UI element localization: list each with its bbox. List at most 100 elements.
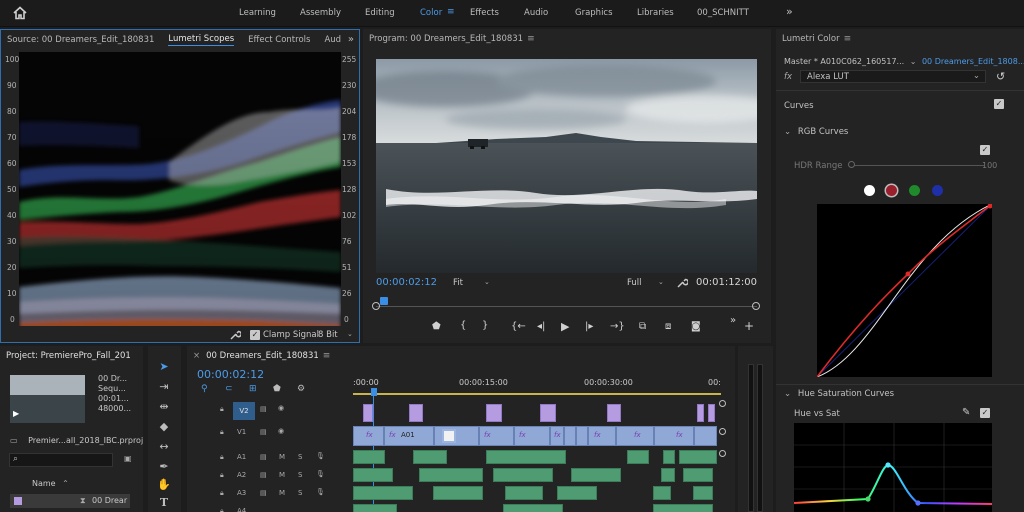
green-channel-dot[interactable]	[909, 185, 920, 196]
hue-saturation-curves-section[interactable]: ⌄ Hue Saturation Curves	[784, 389, 1016, 399]
clamp-signal-checkbox[interactable]: ✓	[250, 330, 260, 340]
project-list-item[interactable]: ⧗ 00 Drear	[10, 494, 130, 508]
blue-channel-dot[interactable]	[932, 185, 943, 196]
audio-clip[interactable]	[353, 450, 385, 464]
reset-icon[interactable]: ↺	[996, 70, 1005, 83]
sync-lock-icon[interactable]: ▤	[260, 405, 267, 413]
tab-lumetri-scopes[interactable]: Lumetri Scopes	[168, 34, 235, 46]
hdr-slider-handle[interactable]	[848, 161, 855, 168]
timeline-timecode[interactable]: 00:00:02:12	[197, 368, 264, 381]
project-thumbnail[interactable]: ▶	[10, 375, 85, 423]
workspace-editing[interactable]: Editing	[365, 8, 395, 18]
program-timecode[interactable]: 00:00:02:12	[376, 277, 437, 288]
more-buttons-icon[interactable]: »	[730, 315, 736, 326]
timeline-clip[interactable]	[486, 404, 502, 422]
sync-lock-icon[interactable]: ▤	[260, 471, 267, 479]
rgb-curves-section[interactable]: ⌄ RGB Curves	[784, 127, 1016, 137]
ripple-edit-icon[interactable]: ⇹	[157, 400, 171, 414]
audio-clip[interactable]	[653, 504, 713, 512]
camera-icon[interactable]: ◙	[691, 321, 701, 332]
audio-clip[interactable]	[486, 450, 566, 464]
workspace-assembly[interactable]: Assembly	[300, 8, 341, 18]
button-editor-plus-icon[interactable]: +	[744, 319, 754, 333]
mute-button[interactable]: M	[279, 489, 285, 497]
microphone-icon[interactable]: 🎙︎	[316, 488, 325, 496]
snap-icon[interactable]: ⚲	[201, 384, 208, 394]
scrubber-end-handle[interactable]	[752, 302, 760, 310]
track-label-a3[interactable]: A3	[237, 489, 246, 497]
audio-clip[interactable]	[679, 450, 717, 464]
lock-icon[interactable]: 🔒︎	[220, 428, 224, 437]
audio-clip[interactable]	[663, 450, 675, 464]
scrubber-start-handle[interactable]	[372, 302, 380, 310]
step-forward-icon[interactable]: |▸	[585, 321, 593, 332]
hue-vs-sat-checkbox[interactable]: ✓	[980, 408, 990, 418]
slip-tool-icon[interactable]: ↔	[157, 440, 171, 454]
razor-tool-icon[interactable]: ◆	[157, 420, 171, 434]
sequence-title[interactable]: 00 Dreamers_Edit_180831	[206, 351, 319, 361]
chevron-down-icon[interactable]: ⌄	[658, 278, 664, 286]
track-label-v2[interactable]: V2	[233, 402, 255, 420]
lift-icon[interactable]: ⧉	[639, 321, 646, 332]
insert-mode-icon[interactable]: ⊞	[249, 384, 257, 394]
project-search-input[interactable]: ⌕	[9, 453, 113, 467]
new-bin-icon[interactable]: ▣	[124, 454, 132, 463]
timeline-clip[interactable]	[409, 404, 423, 422]
program-title[interactable]: Program: 00 Dreamers_Edit_180831	[369, 34, 523, 44]
timeline-clip[interactable]	[607, 404, 621, 422]
microphone-icon[interactable]: 🎙︎	[316, 470, 325, 478]
track-label-a4[interactable]: A4	[237, 507, 246, 512]
master-clip-selector[interactable]: Master * A010C062_160517... ⌄ 00 Dreamer…	[784, 57, 1024, 66]
timeline-clip[interactable]	[540, 404, 556, 422]
timeline-clip[interactable]	[363, 404, 373, 422]
curves-section[interactable]: Curves	[784, 101, 1016, 111]
timeline-settings-icon[interactable]: ⚙	[297, 384, 305, 394]
hdr-checkbox[interactable]: ✓	[980, 145, 990, 155]
solo-button[interactable]: S	[298, 489, 302, 497]
project-column-header[interactable]: Name ⌃	[10, 479, 69, 488]
red-channel-dot[interactable]	[886, 185, 897, 196]
extract-icon[interactable]: ⧈	[665, 321, 671, 332]
audio-clip[interactable]	[493, 468, 553, 482]
mark-out-icon[interactable]: }	[482, 320, 488, 331]
name-column-header[interactable]: Name	[32, 479, 56, 488]
work-area-bar[interactable]	[353, 393, 721, 395]
audio-clip[interactable]	[419, 468, 483, 482]
lock-icon[interactable]: 🔒︎	[220, 471, 224, 480]
effect-select[interactable]: Alexa LUT ⌄	[800, 70, 986, 83]
zoom-fit-select[interactable]: Fit	[453, 278, 463, 288]
lock-icon[interactable]: 🔒︎	[220, 405, 224, 414]
bit-depth-select[interactable]: 8 Bit	[318, 330, 338, 340]
program-scrubber[interactable]	[372, 297, 760, 311]
hue-vs-sat-graph[interactable]	[793, 423, 993, 512]
audio-clip[interactable]	[353, 504, 397, 512]
playhead[interactable]	[371, 388, 377, 396]
audio-clip[interactable]	[353, 468, 393, 482]
audio-clip[interactable]	[557, 486, 597, 500]
workspace-effects[interactable]: Effects	[470, 8, 499, 18]
track-select-icon[interactable]: ⇥	[157, 380, 171, 394]
playhead[interactable]	[380, 297, 388, 305]
time-ruler[interactable]: :00:00 00:00:15:00 00:00:30:00 00:	[353, 376, 721, 398]
home-icon[interactable]	[12, 5, 28, 21]
hdr-range-slider[interactable]	[854, 165, 984, 166]
play-icon[interactable]: ▶	[13, 409, 19, 418]
close-icon[interactable]: ×	[193, 351, 200, 361]
solo-button[interactable]: S	[298, 471, 302, 479]
microphone-icon[interactable]: 🎙︎	[316, 452, 325, 460]
add-marker-icon[interactable]: ⬟	[273, 384, 281, 394]
timeline-clip[interactable]	[708, 404, 715, 422]
zoom-handle[interactable]	[719, 450, 726, 457]
audio-clip[interactable]	[433, 486, 483, 500]
zoom-handle[interactable]	[719, 400, 726, 407]
wrench-icon[interactable]	[676, 277, 689, 289]
chevron-down-icon[interactable]: ⌄	[484, 278, 490, 286]
add-marker-icon[interactable]: ⬟	[432, 321, 441, 332]
eye-icon[interactable]: ◉	[278, 404, 284, 412]
solo-button[interactable]: S	[298, 453, 302, 461]
sync-lock-icon[interactable]: ▤	[260, 489, 267, 497]
workspace-libraries[interactable]: Libraries	[637, 8, 674, 18]
project-title[interactable]: Project: PremierePro_Fall_201	[6, 351, 131, 362]
go-to-out-icon[interactable]: →}	[610, 321, 625, 332]
timeline-clip[interactable]	[697, 404, 704, 422]
